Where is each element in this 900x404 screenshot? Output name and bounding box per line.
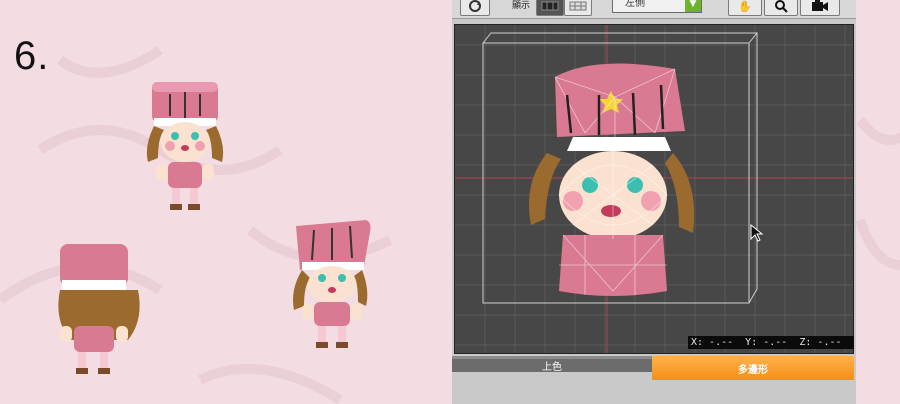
doll-front-view [146,82,224,210]
view-select[interactable]: 左側 ▼ [612,0,702,13]
grid-view-icon[interactable] [564,0,592,16]
zoom-icon[interactable] [764,0,798,16]
rotate-view-icon[interactable] [460,0,490,16]
doll-wireframe-model [529,63,695,296]
step-number: 6. [14,34,50,78]
coordinate-readout: X: -.-- Y: -.-- Z: -.-- [688,336,854,349]
chevron-down-icon[interactable]: ▼ [685,0,701,12]
tab-color[interactable]: 上色 [452,356,652,373]
camera-icon[interactable] [800,0,840,16]
3d-viewport[interactable] [454,24,854,354]
mode-tabs: 上色 多邊形 [452,356,854,380]
viewport-scene [455,25,853,353]
tab-polygon[interactable]: 多邊形 [652,356,854,380]
solid-view-icon[interactable] [536,0,564,16]
hand-icon[interactable]: ✋ [728,0,762,16]
editor-toolbar: 顯示 左側 ▼ ✋ [452,0,856,19]
display-label: 顯示 [512,1,531,11]
doll-back-view [58,244,140,374]
doll-angle-view [293,220,371,348]
view-select-value: 左側 [625,0,645,9]
